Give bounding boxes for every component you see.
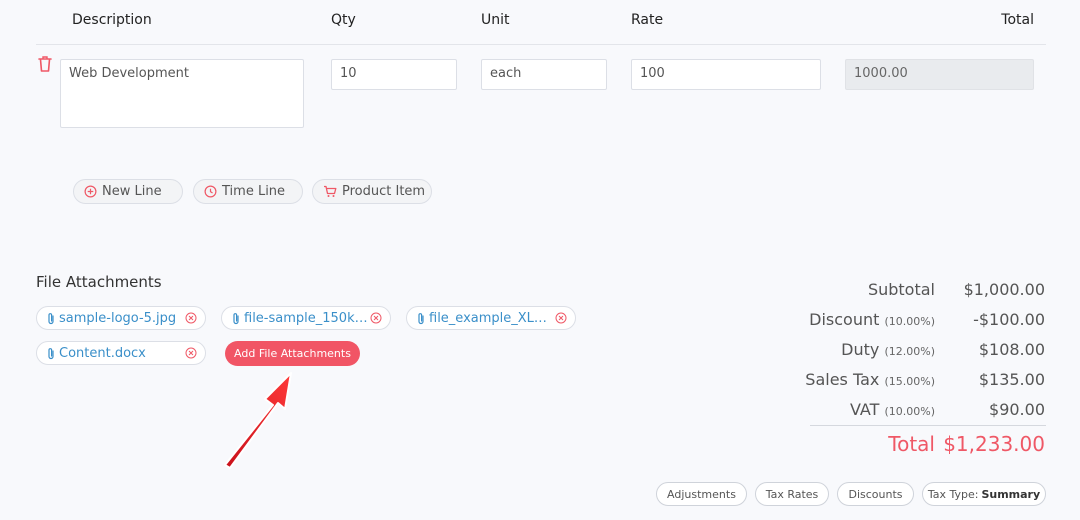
new-line-label: New Line — [102, 184, 162, 199]
paperclip-icon — [48, 312, 54, 324]
subtotal-value: $1,000.00 — [963, 280, 1045, 299]
tax-rates-button[interactable]: Tax Rates — [755, 482, 829, 506]
header-description: Description — [72, 12, 152, 28]
time-line-button[interactable]: Time Line — [193, 179, 303, 204]
clock-icon — [204, 185, 217, 198]
attachment-name: sample-logo-5.jpg — [59, 310, 177, 326]
header-divider — [36, 44, 1046, 45]
arrow-pointer-icon — [224, 372, 292, 469]
grand-total-value: $1,233.00 — [943, 432, 1045, 456]
tax-type-label: Tax Type: — [927, 487, 979, 501]
header-total: Total — [1001, 12, 1034, 28]
discount-value: -$100.00 — [973, 310, 1045, 329]
sales-tax-value: $135.00 — [978, 370, 1045, 389]
attachment-chip[interactable]: file_example_XLSX_10.xlsx — [406, 306, 576, 330]
header-qty: Qty — [331, 12, 356, 28]
description-input[interactable]: Web Development — [60, 59, 304, 128]
unit-input[interactable]: each — [481, 59, 607, 90]
duty-value: $108.00 — [978, 340, 1045, 359]
discount-label: Discount (10.00%) — [809, 310, 935, 329]
discounts-button[interactable]: Discounts — [837, 482, 914, 506]
paperclip-icon — [418, 312, 424, 324]
add-file-attachments-button[interactable]: Add File Attachments — [225, 341, 360, 366]
adjustments-button[interactable]: Adjustments — [656, 482, 747, 506]
header-rate: Rate — [631, 12, 664, 28]
subtotal-label: Subtotal — [867, 280, 935, 299]
attachment-chip[interactable]: Content.docx — [36, 341, 206, 365]
plus-circle-icon — [84, 185, 97, 198]
attachment-name: file-sample_150kB.pdf — [244, 310, 370, 326]
new-line-button[interactable]: New Line — [73, 179, 183, 204]
paperclip-icon — [233, 312, 239, 324]
remove-icon[interactable] — [185, 312, 197, 324]
paperclip-icon — [48, 347, 54, 359]
attachment-chip[interactable]: file-sample_150kB.pdf — [221, 306, 391, 330]
remove-icon[interactable] — [555, 312, 567, 324]
line-total-field: 1000.00 — [845, 59, 1034, 90]
product-item-button[interactable]: Product Item — [312, 179, 432, 204]
attachment-name: Content.docx — [59, 345, 146, 361]
vat-value: $90.00 — [989, 400, 1045, 419]
attachments-title: File Attachments — [36, 273, 162, 291]
trash-icon[interactable] — [37, 55, 53, 73]
header-unit: Unit — [481, 12, 510, 28]
attachment-name: file_example_XLSX_10.xlsx — [429, 310, 555, 326]
sales-tax-label: Sales Tax (15.00%) — [805, 370, 935, 389]
remove-icon[interactable] — [185, 347, 197, 359]
time-line-label: Time Line — [222, 184, 286, 199]
product-item-label: Product Item — [342, 184, 426, 199]
remove-icon[interactable] — [370, 312, 382, 324]
grand-total-label: Total — [888, 432, 935, 456]
vat-label: VAT (10.00%) — [849, 400, 935, 419]
duty-label: Duty (12.00%) — [841, 340, 935, 359]
qty-input[interactable]: 10 — [331, 59, 457, 90]
rate-input[interactable]: 100 — [631, 59, 821, 90]
attachment-chip[interactable]: sample-logo-5.jpg — [36, 306, 206, 330]
totals-divider — [810, 425, 1046, 426]
tax-type-button[interactable]: Tax Type: Summary — [922, 482, 1046, 506]
cart-icon — [324, 185, 337, 197]
tax-type-value: Summary — [981, 487, 1041, 501]
